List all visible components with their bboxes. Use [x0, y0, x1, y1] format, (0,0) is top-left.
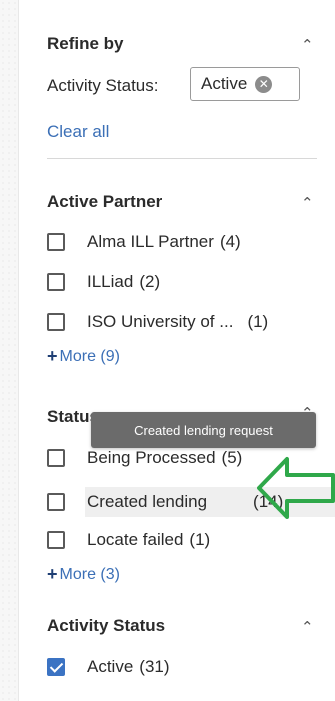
checkbox[interactable] — [47, 273, 65, 291]
chevron-up-icon[interactable]: ⌃ — [301, 618, 314, 636]
more-label: More (9) — [59, 347, 120, 365]
option-label: Alma ILL Partner — [87, 232, 214, 251]
option-count: (31) — [139, 657, 170, 676]
clear-all-link[interactable]: Clear all — [47, 122, 109, 142]
checkbox[interactable] — [47, 313, 65, 331]
filter-option-locate-failed[interactable]: Locate failed (1) — [47, 528, 210, 552]
active-filter-chip: Active ✕ — [190, 67, 300, 101]
filter-option-iso-university[interactable]: ISO University of ... (1) — [47, 310, 268, 334]
filter-option-active[interactable]: Active (31) — [47, 655, 170, 679]
option-count: (5) — [221, 448, 243, 467]
more-button-active-partner[interactable]: + More (9) — [47, 346, 120, 367]
filter-option-being-processed[interactable]: Being Processed (5) — [47, 446, 242, 470]
option-label: Created lending — [87, 492, 208, 511]
option-label: Locate failed — [87, 530, 184, 549]
chevron-up-icon[interactable]: ⌃ — [301, 194, 314, 212]
chevron-up-icon[interactable]: ⌃ — [301, 36, 314, 54]
option-label: Being Processed — [87, 448, 216, 467]
section-title-active-partner: Active Partner — [47, 192, 163, 211]
refine-panel: Refine by ⌃ Activity Status: Active ✕ Cl… — [18, 0, 335, 701]
option-count: (1) — [189, 530, 211, 549]
divider — [47, 158, 317, 159]
section-title-activity-status: Activity Status — [47, 616, 166, 635]
tooltip: Created lending request — [91, 412, 316, 448]
refine-by-title: Refine by — [47, 34, 124, 53]
checkbox[interactable] — [47, 493, 65, 511]
option-count: (4) — [219, 232, 241, 251]
annotation-arrow-icon — [257, 457, 335, 519]
chip-value: Active — [201, 74, 248, 93]
plus-icon: + — [47, 346, 58, 366]
option-count: (1) — [247, 312, 269, 331]
activity-status-filter-label: Activity Status: — [47, 76, 159, 95]
checkbox-checked[interactable] — [47, 658, 65, 676]
filter-option-created-lending[interactable]: Created lending (14) — [47, 490, 283, 514]
checkbox[interactable] — [47, 233, 65, 251]
checkbox[interactable] — [47, 449, 65, 467]
close-circle-icon[interactable]: ✕ — [255, 75, 273, 93]
plus-icon: + — [47, 564, 58, 584]
more-button-status[interactable]: + More (3) — [47, 564, 120, 585]
filter-option-alma-ill-partner[interactable]: Alma ILL Partner (4) — [47, 230, 241, 254]
more-label: More (3) — [59, 565, 120, 583]
option-label: ISO University of ... — [87, 312, 234, 331]
option-count: (2) — [139, 272, 161, 291]
option-label: Active — [87, 657, 134, 676]
option-label: ILLiad — [87, 272, 134, 291]
checkbox[interactable] — [47, 531, 65, 549]
filter-option-illiad[interactable]: ILLiad (2) — [47, 270, 160, 294]
